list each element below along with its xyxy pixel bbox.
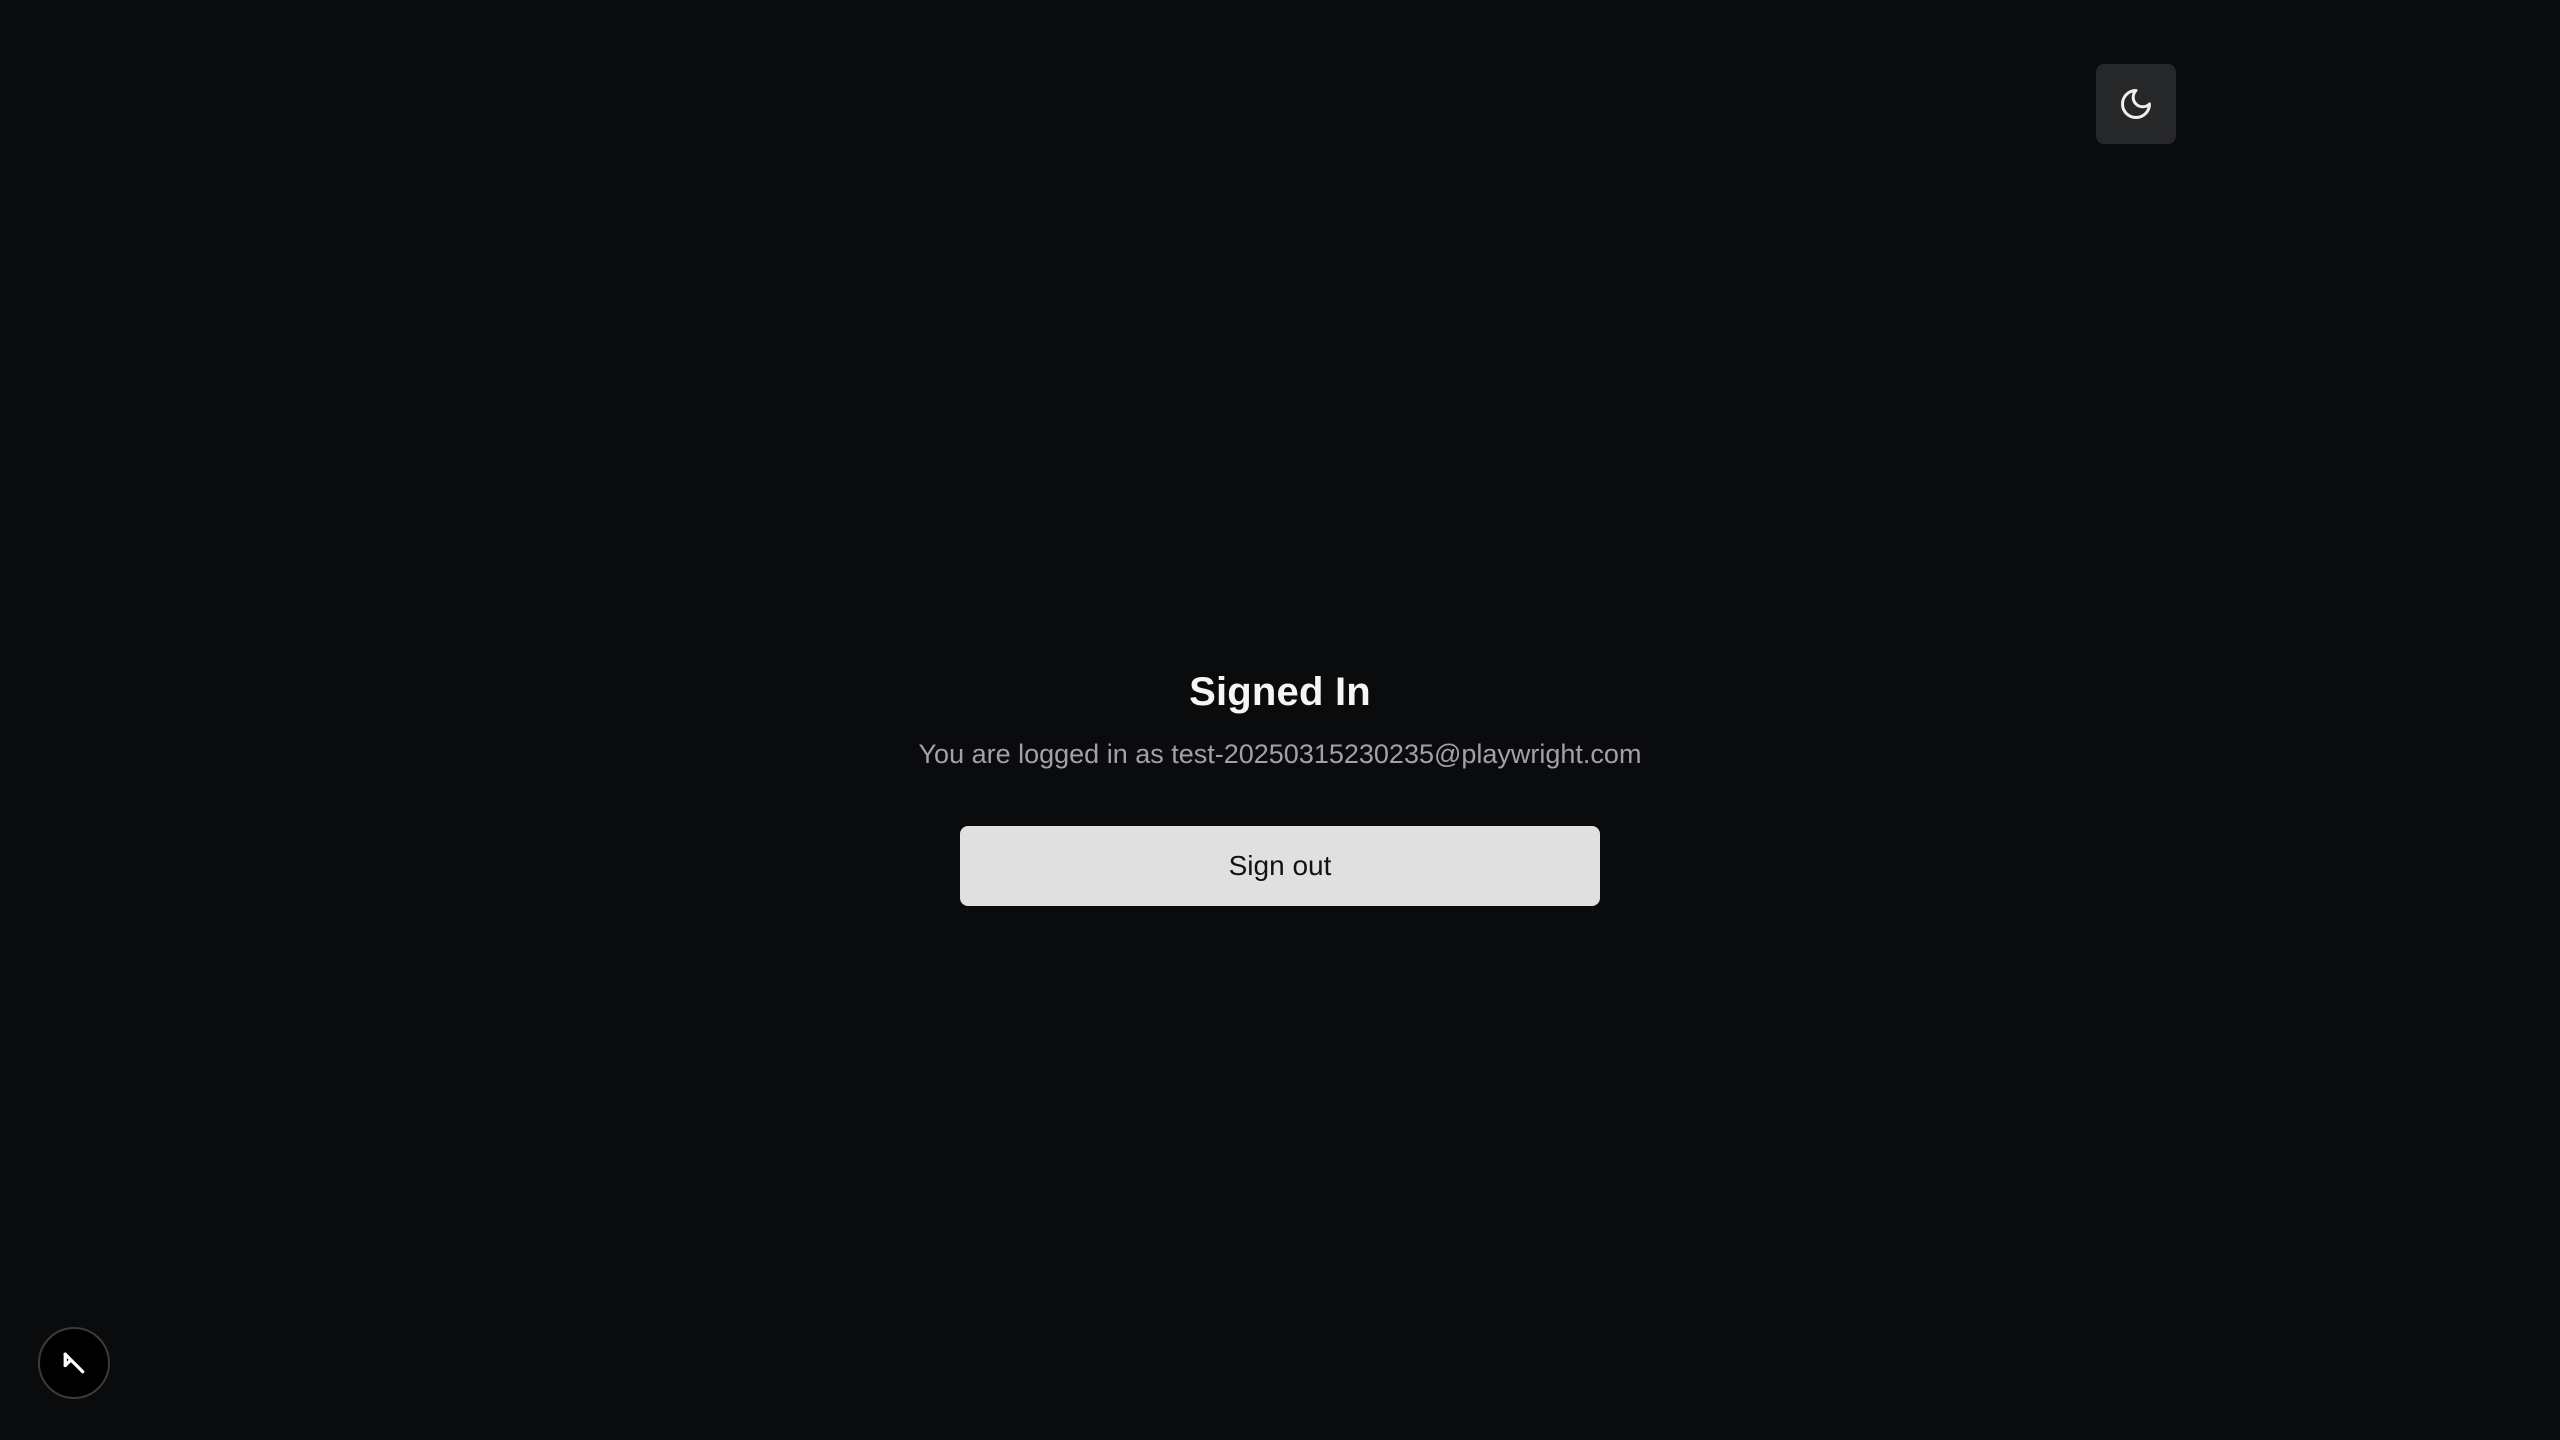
signed-in-panel: Signed In You are logged in as test-2025… — [0, 660, 2560, 906]
page-title: Signed In — [1189, 670, 1371, 714]
corner-badge-button[interactable] — [38, 1327, 110, 1399]
moon-icon — [2118, 86, 2154, 122]
logged-in-message: You are logged in as test-20250315230235… — [918, 739, 1642, 769]
sign-out-button[interactable]: Sign out — [960, 826, 1600, 906]
arrow-up-left-icon — [59, 1348, 89, 1378]
theme-toggle-button[interactable] — [2096, 64, 2176, 144]
